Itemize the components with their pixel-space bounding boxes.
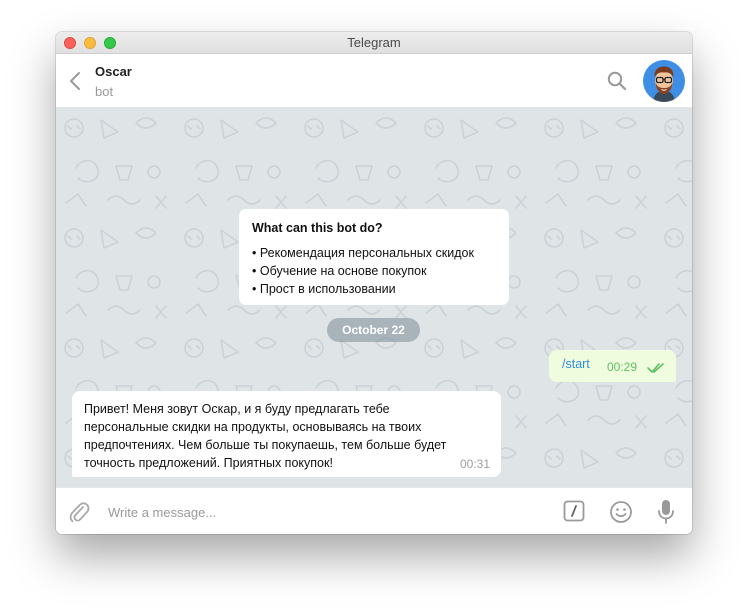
back-chevron-icon[interactable] xyxy=(66,70,86,92)
window-title: Telegram xyxy=(347,35,401,50)
chat-status: bot xyxy=(95,84,114,99)
telegram-window: Telegram Oscar bot What can this bot do?… xyxy=(56,32,692,534)
message-input[interactable] xyxy=(108,500,528,524)
smiley-icon[interactable] xyxy=(609,500,633,524)
message-composer xyxy=(56,487,692,534)
minimize-window-button[interactable] xyxy=(84,37,96,49)
chat-title[interactable]: Oscar xyxy=(95,64,132,79)
bot-info-title: What can this bot do? xyxy=(252,221,383,235)
message-text: Привет! Меня зовут Оскар, и я буду предл… xyxy=(84,402,447,470)
bot-info-card: What can this bot do? • Рекомендация пер… xyxy=(239,209,509,305)
message-time: 00:29 xyxy=(607,360,638,374)
zoom-window-button[interactable] xyxy=(104,37,116,49)
incoming-message[interactable]: Привет! Меня зовут Оскар, и я буду предл… xyxy=(72,391,501,477)
bot-info-item: • Обучение на основе покупок xyxy=(252,264,427,278)
chat-header: Oscar bot xyxy=(56,54,692,108)
date-divider: October 22 xyxy=(327,318,420,342)
message-text[interactable]: /start xyxy=(562,357,590,371)
close-window-button[interactable] xyxy=(64,37,76,49)
bot-info-item: • Прост в использовании xyxy=(252,282,396,296)
search-icon[interactable] xyxy=(606,70,628,92)
outgoing-message[interactable]: /start 00:29 xyxy=(549,350,676,382)
paperclip-icon[interactable] xyxy=(68,500,90,524)
bot-info-item: • Рекомендация персональных скидок xyxy=(252,246,474,260)
title-bar: Telegram xyxy=(56,32,692,54)
microphone-icon[interactable] xyxy=(656,499,676,525)
double-check-icon xyxy=(647,361,665,373)
chat-history[interactable]: What can this bot do? • Рекомендация пер… xyxy=(56,108,692,487)
message-time: 00:31 xyxy=(459,457,490,471)
slash-command-icon[interactable] xyxy=(563,500,585,522)
bot-avatar[interactable] xyxy=(643,60,685,102)
